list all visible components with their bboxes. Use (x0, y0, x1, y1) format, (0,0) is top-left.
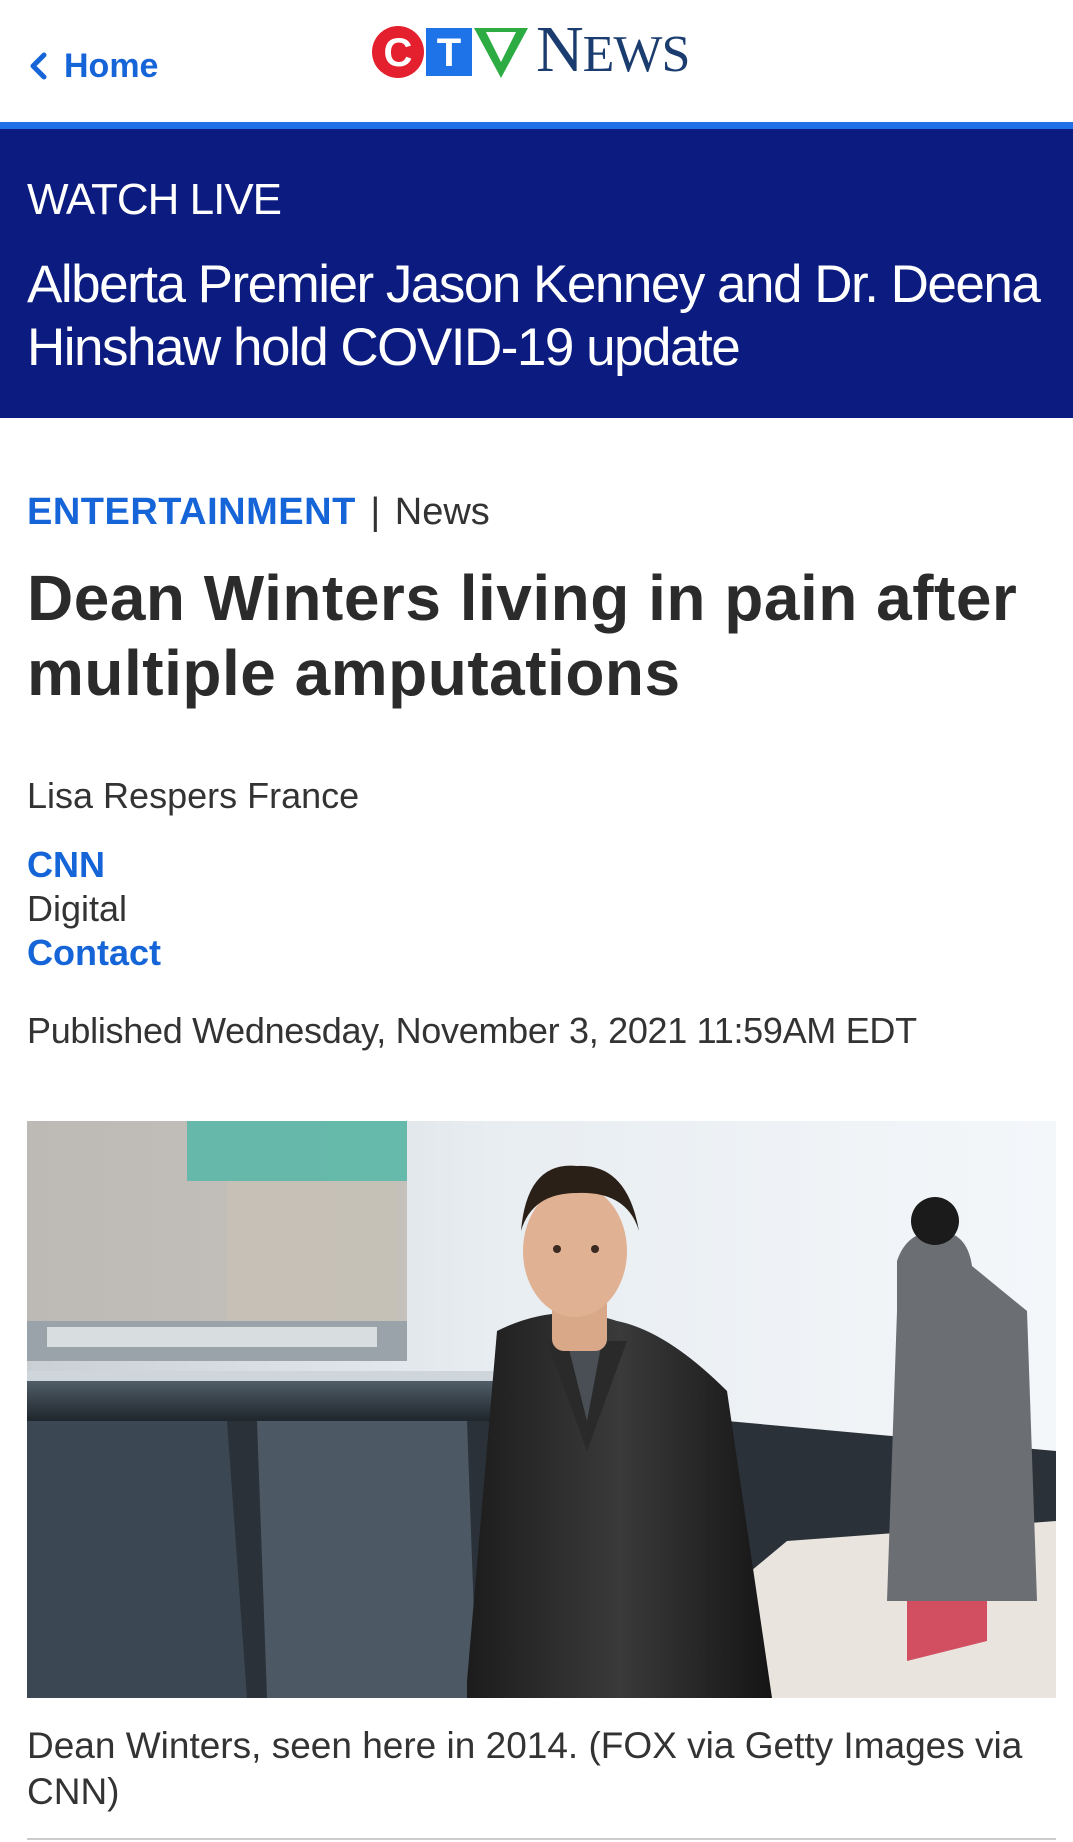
photo-caption: Dean Winters, seen here in 2014. (FOX vi… (27, 1725, 1023, 1812)
photo-illustration (27, 1121, 1056, 1698)
author-name: Lisa Respers France (27, 775, 360, 816)
watch-live-label: WATCH LIVE (27, 175, 282, 224)
svg-text:C: C (384, 31, 413, 75)
ctv-logo-mark: C T (372, 26, 528, 78)
header-divider (0, 122, 1073, 129)
contact-link[interactable]: Contact (27, 931, 161, 975)
chevron-left-icon (30, 52, 47, 80)
category-link[interactable]: ENTERTAINMENT (27, 491, 356, 533)
news-wordmark: NEWS (536, 12, 690, 86)
author-organization-link[interactable]: CNN (27, 843, 105, 887)
home-back-link[interactable]: Home (26, 46, 158, 86)
author-department: Digital (27, 888, 128, 929)
article-photo[interactable] (27, 1121, 1056, 1698)
ctv-news-logo[interactable]: C T NEWS (370, 12, 690, 86)
article-title: Dean Winters living in pain after multip… (27, 562, 1018, 709)
home-label: Home (64, 47, 159, 85)
breadcrumb-separator: | (370, 491, 381, 533)
caption-divider (27, 1838, 1056, 1840)
watch-live-banner[interactable]: WATCH LIVE Alberta Premier Jason Kenney … (0, 129, 1073, 418)
section-breadcrumb: ENTERTAINMENT | News (27, 489, 490, 535)
site-header: Home C T NEWS (0, 0, 1073, 122)
svg-text:T: T (437, 31, 461, 75)
subcategory-link[interactable]: News (395, 491, 490, 533)
published-date: Published Wednesday, November 3, 2021 11… (27, 1010, 917, 1051)
live-headline[interactable]: Alberta Premier Jason Kenney and Dr. Dee… (27, 253, 1047, 379)
